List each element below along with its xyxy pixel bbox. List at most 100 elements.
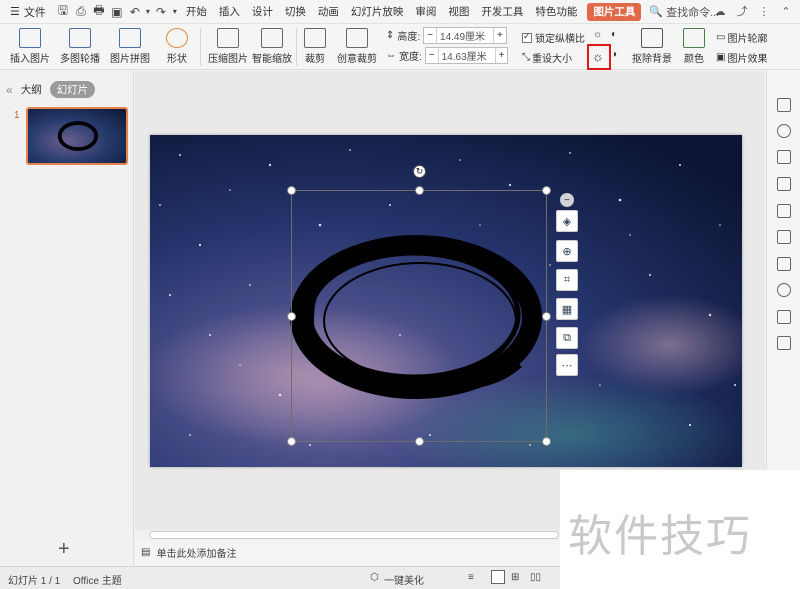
undo-icon[interactable]: ↶ — [126, 3, 144, 21]
cloud-icon[interactable]: ☁ — [712, 3, 728, 19]
speaker-icon[interactable] — [777, 283, 791, 297]
remove-background-button[interactable]: 抠除背景 — [632, 28, 672, 65]
resize-handle-top-right[interactable] — [542, 186, 551, 195]
collapse-toolbar-icon[interactable]: − — [560, 193, 574, 207]
picture-outline-icon: ▭ — [716, 32, 726, 43]
resize-handle-left[interactable] — [287, 312, 296, 321]
contrast-increase-button[interactable]: ◐ — [611, 29, 617, 40]
export-pdf-icon[interactable]: ⎙ — [72, 3, 90, 21]
shape-button[interactable]: 形状 — [166, 28, 188, 65]
picture-icon[interactable] — [777, 230, 791, 244]
color-button[interactable]: 颜色 — [683, 28, 705, 65]
elements-icon[interactable] — [777, 204, 791, 218]
notes-toggle-icon[interactable]: ≡ — [468, 572, 474, 583]
picture-effect-button[interactable]: ▣ 图片效果 — [716, 50, 767, 65]
replace-picture-icon[interactable]: ⧉ — [556, 327, 578, 349]
print-icon[interactable]: 🖶 — [90, 3, 108, 21]
tab-picture-tools[interactable]: 图片工具 — [587, 2, 642, 21]
add-slide-icon[interactable]: + — [58, 538, 70, 561]
beautify-icon[interactable]: ⬡ — [370, 572, 379, 583]
hamburger-icon: ☰ — [10, 6, 20, 18]
tab-animation[interactable]: 动画 — [312, 0, 345, 24]
scrollbar-thumb[interactable] — [149, 531, 559, 539]
tab-insert[interactable]: 插入 — [213, 0, 246, 24]
collapse-ribbon-icon[interactable]: ⌃ — [778, 3, 794, 19]
picture-outline-label: 图片轮廓 — [727, 34, 768, 45]
more-icon[interactable]: ⋮ — [756, 3, 772, 19]
tab-slides[interactable]: 幻灯片 — [49, 81, 96, 98]
width-increase-button[interactable]: + — [496, 50, 508, 61]
picture-outline-button[interactable]: ▭ 图片轮廓 — [716, 30, 767, 45]
picture-collage-button[interactable]: 图片拼图 — [110, 28, 150, 65]
beautify-button[interactable]: 一键美化 — [384, 572, 424, 587]
layers-icon[interactable]: ◈ — [556, 210, 578, 232]
height-label: 高度: — [397, 32, 421, 43]
smart-zoom-icon — [261, 28, 283, 48]
insert-picture-button[interactable]: 插入图片 — [10, 28, 50, 65]
table-icon[interactable] — [777, 257, 791, 271]
picture-effect-tool-icon[interactable]: ▦ — [556, 298, 578, 320]
resize-handle-top[interactable] — [415, 186, 424, 195]
more-options-icon[interactable]: ⋯ — [556, 354, 578, 376]
collapse-panel-icon[interactable]: « — [6, 83, 13, 97]
notes-pane[interactable]: ▤ 单击此处添加备注 — [135, 541, 560, 563]
resize-handle-bottom[interactable] — [415, 437, 424, 446]
picture-effect-icon: ▣ — [716, 52, 726, 63]
crop-button[interactable]: 裁剪 — [304, 28, 326, 65]
slide-thumbnail[interactable] — [26, 107, 128, 165]
insert-picture-label: 插入图片 — [10, 54, 50, 65]
reset-size-label: 重设大小 — [532, 54, 572, 65]
transition-icon[interactable] — [777, 150, 791, 164]
tab-home[interactable]: 开始 — [180, 0, 213, 24]
height-increase-button[interactable]: + — [494, 30, 506, 41]
tab-design[interactable]: 设计 — [246, 0, 279, 24]
height-input[interactable]: 14.49厘米 — [436, 28, 495, 43]
tab-transition[interactable]: 切换 — [279, 0, 312, 24]
tab-view[interactable]: 视图 — [442, 0, 475, 24]
file-menu[interactable]: ☰ 文件 — [0, 4, 54, 20]
tab-review[interactable]: 审阅 — [409, 0, 442, 24]
tab-developer[interactable]: 开发工具 — [475, 0, 529, 24]
tab-outline[interactable]: 大纲 — [21, 82, 42, 97]
resize-handle-bottom-right[interactable] — [542, 437, 551, 446]
properties-icon[interactable] — [777, 98, 791, 112]
undo-dropdown-icon[interactable]: ▾ — [144, 3, 152, 21]
reset-size-button[interactable]: ⤡ 重设大小 — [522, 50, 572, 65]
width-input[interactable]: 14.63厘米 — [437, 48, 496, 63]
resize-handle-right[interactable] — [542, 312, 551, 321]
resize-handle-bottom-left[interactable] — [287, 437, 296, 446]
height-decrease-button[interactable]: − — [424, 30, 436, 41]
share-icon[interactable]: ⤴ — [734, 3, 750, 19]
animation-icon[interactable] — [777, 124, 791, 138]
tab-special[interactable]: 特色功能 — [529, 0, 583, 24]
zoom-in-icon[interactable]: ⊕ — [556, 240, 578, 262]
rotate-handle-icon[interactable]: ↻ — [413, 165, 426, 178]
brightness-increase-icon: ☼ — [593, 29, 603, 40]
archive-icon[interactable] — [777, 336, 791, 350]
resize-handle-top-left[interactable] — [287, 186, 296, 195]
contrast-decrease-button[interactable]: ◑ — [611, 49, 617, 60]
reading-view-icon[interactable]: ▯▯ — [530, 572, 541, 583]
style-icon[interactable] — [777, 177, 791, 191]
sorter-view-icon[interactable]: ⊞ — [511, 572, 519, 583]
width-icon: ⇔ — [386, 50, 396, 61]
crop-tool-icon[interactable]: ⌗ — [556, 269, 578, 291]
insert-picture-icon — [19, 28, 41, 48]
creative-crop-button[interactable]: 创意裁剪 — [337, 28, 377, 65]
redo-icon[interactable]: ↷ — [152, 3, 170, 21]
save-icon[interactable]: 🖫 — [54, 3, 72, 21]
brightness-increase-button[interactable]: ☼ — [593, 29, 602, 40]
command-search[interactable]: 🔍 查找命令... — [649, 4, 719, 20]
multi-carousel-button[interactable]: 多图轮播 — [60, 28, 100, 65]
smart-zoom-button[interactable]: 智能缩放 — [252, 28, 292, 65]
normal-view-icon[interactable] — [491, 570, 505, 584]
compress-picture-button[interactable]: 压缩图片 — [208, 28, 248, 65]
chart-icon[interactable] — [777, 310, 791, 324]
width-decrease-button[interactable]: − — [426, 50, 438, 61]
lock-aspect-ratio-checkbox[interactable]: 锁定纵横比 — [522, 30, 585, 45]
preview-icon[interactable]: ▣ — [108, 3, 126, 21]
horizontal-scrollbar[interactable] — [135, 530, 560, 540]
customize-icon[interactable]: ▾ — [170, 3, 180, 21]
compress-label: 压缩图片 — [208, 54, 248, 65]
tab-slideshow[interactable]: 幻灯片放映 — [345, 0, 410, 24]
